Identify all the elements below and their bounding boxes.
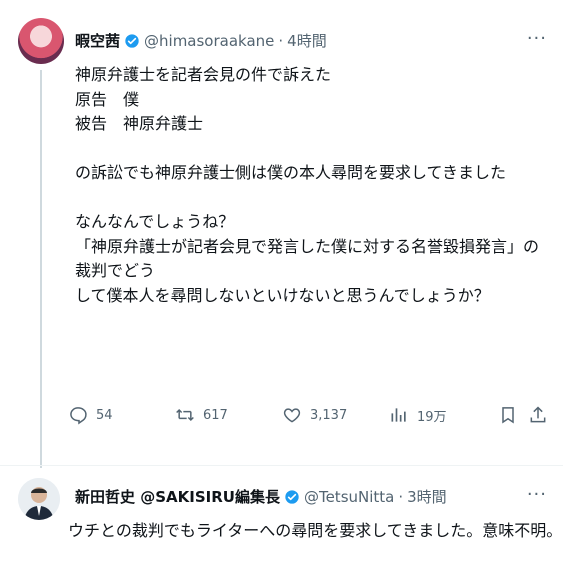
reply-text: ウチとの裁判でもライターへの尋問を要求してきました。意味不明。: [68, 521, 563, 540]
separator-dot: ·: [278, 31, 284, 50]
timestamp[interactable]: 3時間: [407, 486, 447, 507]
timestamp[interactable]: 4時間: [287, 30, 327, 51]
tweet-text: 神原弁護士を記者会見の件で訴えた 原告 僕 被告 神原弁護士 の訴訟でも神原弁護…: [75, 63, 545, 308]
share-button[interactable]: [528, 405, 548, 425]
like-button[interactable]: 3,137: [282, 405, 347, 425]
thread-line: [40, 70, 42, 468]
avatar[interactable]: [18, 18, 64, 64]
reply-count: 54: [96, 407, 113, 423]
tweet-line: 神原弁護士を記者会見の件で訴えた: [75, 65, 332, 84]
tweet-line: [75, 137, 545, 162]
action-bar: 54 617 3,137 19万: [68, 405, 548, 435]
tweet-line: 被告 神原弁護士: [75, 114, 204, 133]
views-icon: [391, 408, 406, 422]
more-options-icon[interactable]: ···: [527, 28, 547, 49]
display-name[interactable]: 暇空茜: [75, 30, 120, 51]
verified-icon: [284, 489, 300, 505]
username[interactable]: @himasoraakane: [144, 32, 274, 50]
username[interactable]: @TetsuNitta: [304, 488, 394, 506]
tweet-header: 暇空茜 @himasoraakane · 4時間: [75, 30, 327, 51]
separator-dot: ·: [398, 487, 404, 506]
divider: [0, 465, 563, 466]
avatar[interactable]: [18, 478, 60, 520]
tweet-line: して僕本人を尋問しないといけないと思うんでしょうか？: [75, 285, 490, 305]
more-options-icon[interactable]: ···: [527, 484, 547, 505]
display-name[interactable]: 新田哲史 @SAKISIRU編集長: [75, 486, 280, 507]
reply-header: 新田哲史 @SAKISIRU編集長 @TetsuNitta · 3時間: [75, 486, 447, 507]
reply-icon: [70, 407, 87, 425]
view-count: 19万: [417, 409, 447, 425]
retweet-count: 617: [203, 407, 228, 423]
retweet-button[interactable]: 617: [175, 405, 228, 425]
tweet-line: 原告 僕: [75, 89, 140, 109]
views-button[interactable]: 19万: [389, 405, 447, 425]
bookmark-icon: [502, 407, 514, 424]
bookmark-button[interactable]: [498, 405, 518, 425]
tweet-line: なんなんでしょうね？: [75, 212, 235, 231]
like-count: 3,137: [310, 407, 348, 423]
tweet-line: の訴訟でも神原弁護士側は僕の本人尋問を要求してきました: [75, 163, 507, 182]
retweet-icon: [176, 408, 194, 422]
tweet-line: [75, 186, 545, 211]
heart-icon: [283, 408, 301, 423]
tweet-line: 「神原弁護士が記者会見で発言した僕に対する名誉毀損発言」の裁判でどう: [75, 236, 540, 281]
reply-button[interactable]: 54: [68, 405, 113, 425]
verified-icon: [124, 33, 140, 49]
share-icon: [530, 406, 546, 423]
